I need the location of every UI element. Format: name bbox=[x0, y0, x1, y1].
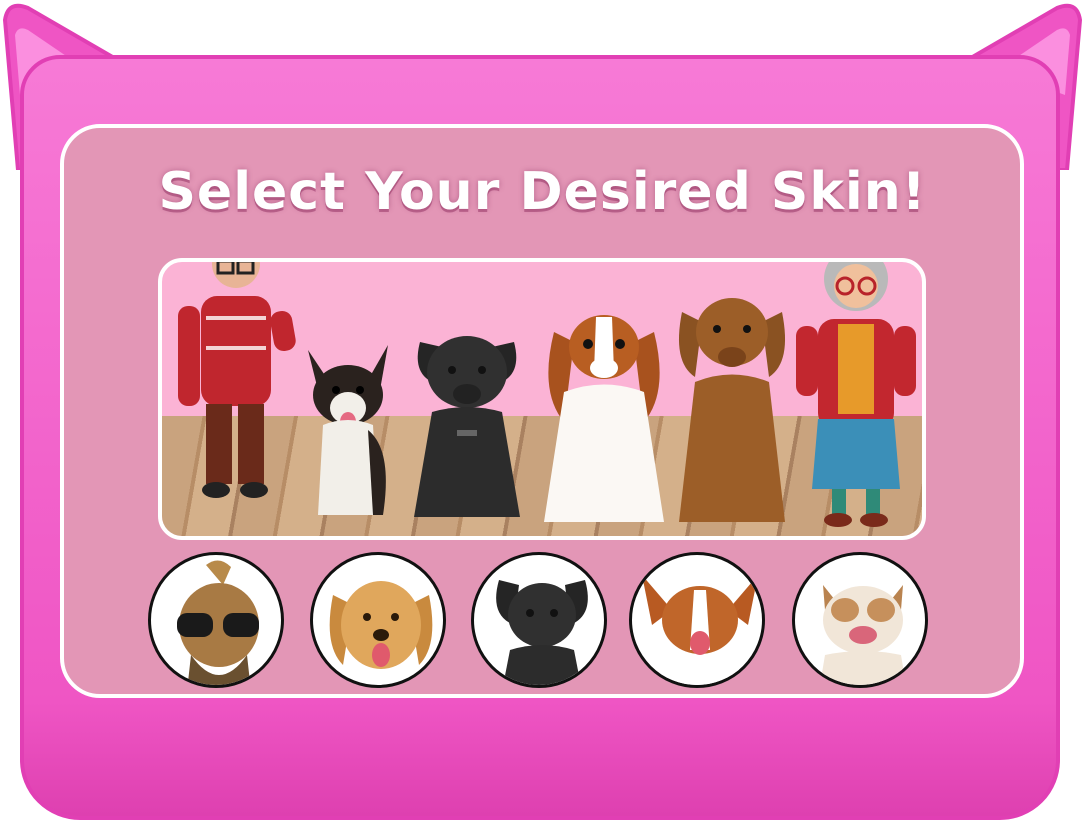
grandma-character[interactable] bbox=[788, 258, 918, 534]
skin-option-yorkshire-terrier[interactable] bbox=[148, 552, 284, 688]
cavalier-spaniel-character[interactable] bbox=[534, 302, 674, 532]
character-preview-stage bbox=[158, 258, 926, 540]
skin-option-papillon-mix[interactable] bbox=[629, 552, 765, 688]
skin-option-golden-retriever[interactable] bbox=[310, 552, 446, 688]
yorkshire-terrier-icon bbox=[177, 560, 259, 685]
brown-retriever-character[interactable] bbox=[667, 287, 797, 532]
golden-retriever-icon bbox=[329, 581, 433, 669]
old-man-character[interactable] bbox=[166, 258, 301, 516]
skin-option-black-puppy[interactable] bbox=[471, 552, 607, 688]
page-title: Select Your Desired Skin! bbox=[158, 162, 927, 222]
black-puppy-character[interactable] bbox=[402, 322, 532, 527]
skin-option-english-bulldog[interactable] bbox=[792, 552, 928, 688]
black-puppy-icon bbox=[496, 580, 588, 685]
papillon-dog-icon bbox=[642, 575, 758, 685]
tricolor-dog-character[interactable] bbox=[298, 340, 398, 530]
english-bulldog-icon bbox=[820, 585, 906, 685]
